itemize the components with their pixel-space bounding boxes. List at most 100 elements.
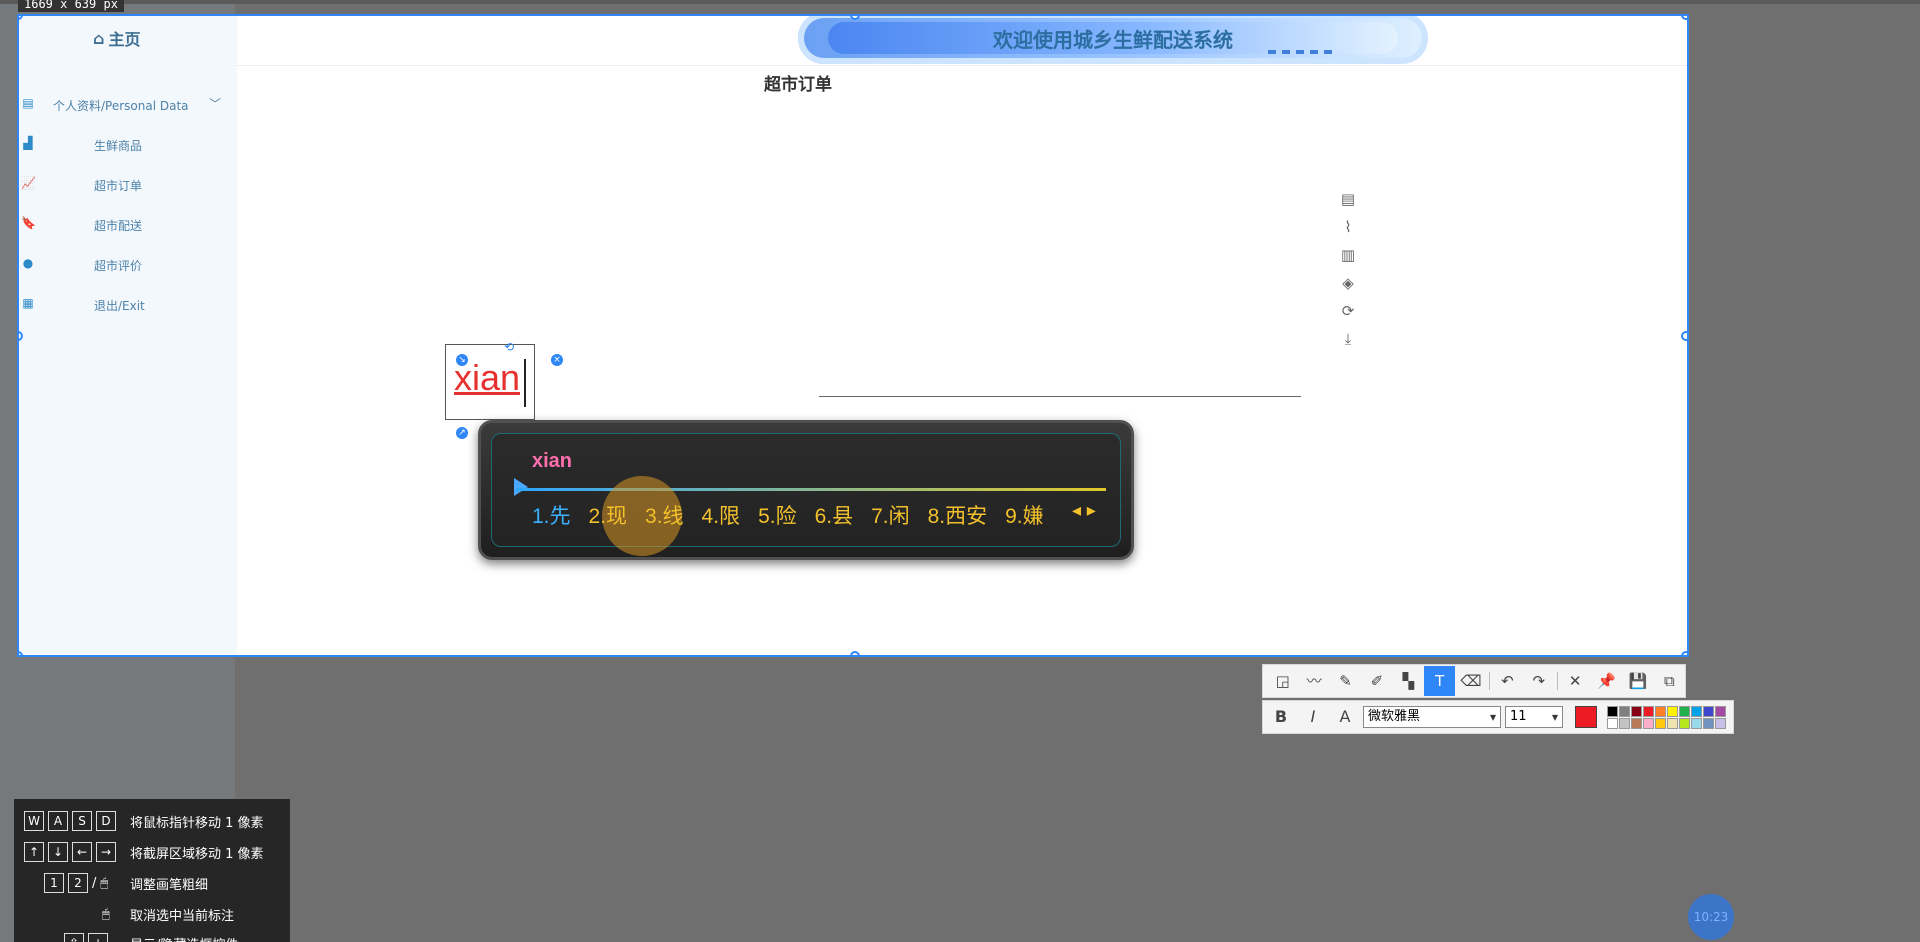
key-cap: 1 [44, 873, 64, 893]
color-swatch[interactable] [1631, 717, 1642, 729]
redo-icon[interactable]: ↷ [1523, 666, 1554, 696]
eraser-icon[interactable]: ⌫ [1455, 666, 1486, 696]
polyline-icon[interactable]: 〰 [1298, 666, 1329, 696]
ime-candidate[interactable]: 1.先 [532, 500, 571, 530]
close-icon[interactable]: × [551, 354, 563, 366]
color-swatch[interactable] [1655, 717, 1666, 729]
sidebar-item-reviews[interactable]: ● 超市评价 [19, 249, 237, 279]
page-title: 超市订单 [764, 75, 832, 95]
sidebar-item-delivery[interactable]: 🔖 超市配送 [19, 209, 237, 239]
sidebar-item-personal-data[interactable]: ▤ 个人资料/Personal Data ﹀ [19, 89, 237, 119]
color-swatch[interactable] [1607, 705, 1618, 717]
color-swatch[interactable] [1643, 705, 1654, 717]
resize-handle-icon[interactable]: ↘ [456, 354, 468, 366]
sidebar-item-label: 生鲜商品 [94, 139, 143, 153]
copy-icon[interactable]: ⧉ [1654, 666, 1685, 696]
ime-candidate[interactable]: 5.险 [758, 500, 797, 530]
sidebar-item-fresh-goods[interactable]: ▟ 生鲜商品 [19, 129, 237, 159]
selection-handle[interactable] [1681, 651, 1687, 655]
italic-icon[interactable]: I [1299, 703, 1327, 731]
help-text: 显示/隐藏选框控件 [130, 934, 238, 942]
home-label: 主页 [108, 30, 141, 49]
text-tool-icon[interactable]: T [1423, 666, 1456, 696]
color-swatch[interactable] [1643, 717, 1654, 729]
color-swatch[interactable] [1679, 717, 1690, 729]
color-swatch[interactable] [1691, 717, 1702, 729]
ime-candidates: 1.先 2.现 3.线 4.限 5.险 6.县 7.闲 8.西安 9.嫌 [532, 500, 1044, 530]
bookmark-icon: 🔖 [21, 216, 36, 230]
key-cap: → [96, 842, 116, 862]
sidebar-item-exit[interactable]: ▦ 退出/Exit [19, 289, 237, 319]
current-color-swatch[interactable] [1575, 706, 1597, 728]
color-swatch[interactable] [1667, 717, 1678, 729]
stack-icon[interactable]: ◈ [1337, 272, 1359, 300]
refresh-icon[interactable]: ⟳ [1337, 300, 1359, 328]
outline-text-icon[interactable]: A [1331, 703, 1359, 731]
key-cap: ⇧ [64, 933, 84, 942]
key-cap: D [96, 811, 116, 831]
help-text: 将鼠标指针移动 1 像素 [130, 815, 264, 831]
color-swatch[interactable] [1655, 705, 1666, 717]
color-swatch[interactable] [1607, 717, 1618, 729]
font-size-select[interactable]: 11 [1505, 706, 1563, 728]
help-row: ⇧ + 显示/隐藏选框控件 [14, 931, 290, 942]
help-text: 取消选中当前标注 [130, 908, 235, 924]
undo-icon[interactable]: ↶ [1492, 666, 1523, 696]
pen-icon[interactable]: ✎ [1330, 666, 1361, 696]
chart-toolbox: ▤ ⌇ ▥ ◈ ⟳ ⤓ [1337, 188, 1359, 356]
download-icon[interactable]: ⤓ [1337, 328, 1359, 356]
selection-handle[interactable] [1681, 331, 1687, 341]
bar-chart-icon[interactable]: ▥ [1337, 244, 1359, 272]
color-swatch[interactable] [1703, 705, 1714, 717]
data-view-icon[interactable]: ▤ [1337, 188, 1359, 216]
color-swatch[interactable] [1667, 705, 1678, 717]
ime-candidate[interactable]: 7.闲 [871, 500, 910, 530]
play-icon [514, 478, 528, 496]
color-palette[interactable] [1607, 705, 1726, 729]
shape-icon[interactable]: ◲ [1267, 666, 1298, 696]
key-cap: + [88, 933, 108, 942]
ime-candidate[interactable]: 2.现 [589, 500, 628, 530]
ime-candidate[interactable]: 3.线 [645, 500, 684, 530]
resize-handle-icon[interactable]: ↗ [456, 427, 468, 439]
color-swatch[interactable] [1715, 705, 1726, 717]
color-swatch[interactable] [1631, 705, 1642, 717]
welcome-banner: 欢迎使用城乡生鲜配送系统 [798, 16, 1428, 64]
rotate-icon[interactable]: ⟲ [504, 340, 514, 354]
sidebar: ⌂ 主页 ▤ 个人资料/Personal Data ﹀ ▟ 生鲜商品 📈 超市订… [19, 16, 237, 655]
sidebar-item-orders[interactable]: 📈 超市订单 [19, 169, 237, 199]
save-icon[interactable]: 💾 [1622, 666, 1653, 696]
home-link[interactable]: ⌂ 主页 [93, 26, 140, 50]
sidebar-item-label: 退出/Exit [94, 299, 145, 313]
ime-candidate[interactable]: 6.县 [815, 500, 854, 530]
color-swatch[interactable] [1715, 717, 1726, 729]
chart-axis-line [819, 396, 1301, 397]
ime-composition: xian [532, 450, 573, 472]
color-swatch[interactable] [1619, 717, 1630, 729]
key-group: 🖱 [102, 907, 110, 922]
calendar-icon: ▦ [22, 296, 34, 310]
ime-candidate[interactable]: 8.西安 [928, 500, 988, 530]
mouse-icon: 🖱 [102, 906, 110, 922]
line-chart-icon[interactable]: ⌇ [1337, 216, 1359, 244]
pin-icon[interactable]: 📌 [1591, 666, 1622, 696]
color-swatch[interactable] [1703, 717, 1714, 729]
color-swatch[interactable] [1691, 705, 1702, 717]
marker-icon[interactable]: ✐ [1361, 666, 1392, 696]
bold-icon[interactable]: B [1267, 703, 1295, 731]
document-icon: ▤ [22, 96, 34, 110]
cancel-icon[interactable]: ✕ [1559, 666, 1590, 696]
selection-handle[interactable] [1681, 16, 1687, 20]
color-swatch[interactable] [1619, 705, 1630, 717]
key-group: 1 2 / 🖱 [44, 873, 108, 893]
selection-handle[interactable] [850, 651, 860, 655]
ime-candidate[interactable]: 4.限 [702, 500, 741, 530]
key-group: W A S D [24, 811, 116, 831]
ime-candidate[interactable]: 9.嫌 [1005, 500, 1044, 530]
ime-page-arrows-icon[interactable]: ◂ ▸ [1072, 500, 1096, 521]
user-badge-icon: ● [22, 256, 34, 270]
mosaic-icon[interactable]: ▚ [1393, 666, 1424, 696]
color-swatch[interactable] [1679, 705, 1690, 717]
capture-region[interactable]: ⌂ 主页 ▤ 个人资料/Personal Data ﹀ ▟ 生鲜商品 📈 超市订… [17, 14, 1689, 657]
font-select[interactable]: 微软雅黑 [1363, 706, 1501, 728]
